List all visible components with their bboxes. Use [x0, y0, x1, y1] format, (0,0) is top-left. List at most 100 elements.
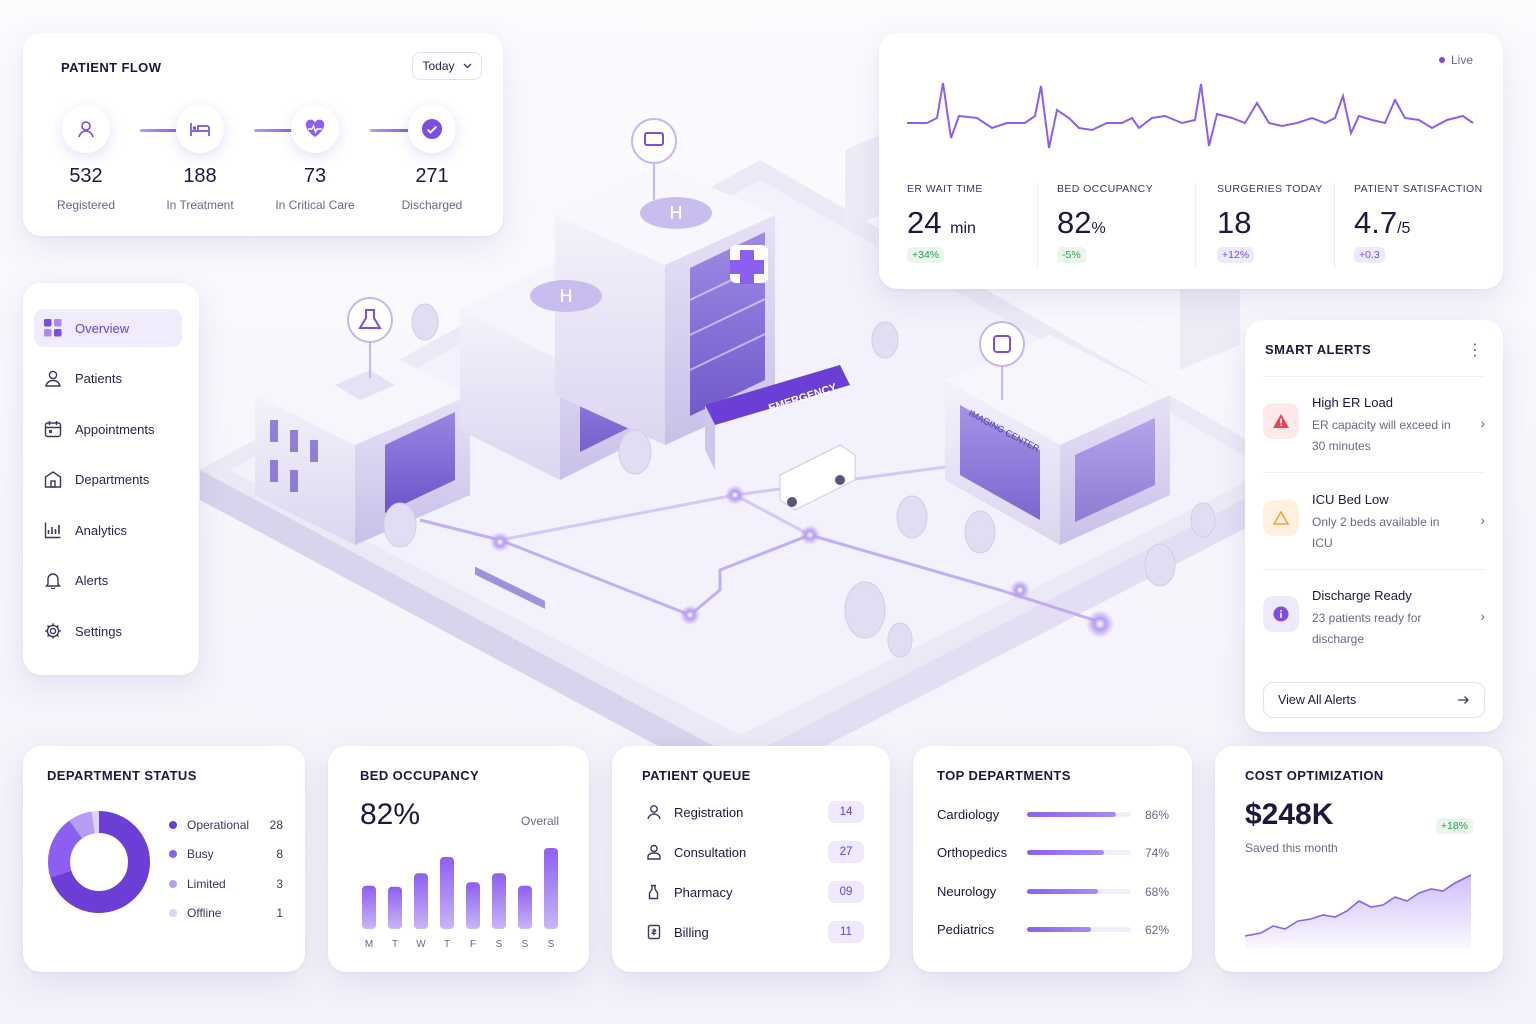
- more-options-icon[interactable]: ⋮: [1467, 340, 1483, 360]
- department-row-neurology[interactable]: Neurology 68%: [937, 884, 1169, 899]
- patient-flow-card: PATIENT FLOW Today 532 Registered 188 In…: [23, 33, 503, 236]
- metric-surgeries-today: SURGERIES TODAY 18 +12%: [1217, 183, 1323, 263]
- divider: [1037, 183, 1038, 269]
- bed-occupancy-title: BED OCCUPANCY: [360, 768, 480, 783]
- metric-label: SURGERIES TODAY: [1217, 183, 1323, 195]
- cost-savings-value: $248K: [1245, 798, 1334, 831]
- view-all-alerts-button[interactable]: View All Alerts: [1263, 682, 1485, 718]
- bed-occupancy-caption: Overall: [520, 814, 559, 828]
- metric-value: 82: [1057, 205, 1092, 240]
- sidebar-item-label: Appointments: [75, 421, 155, 437]
- flow-value: 73: [303, 165, 327, 187]
- period-dropdown-label: Today: [422, 59, 455, 73]
- heartbeat-waveform: [907, 82, 1474, 149]
- bar: [544, 848, 558, 929]
- legend-label: Offline: [187, 906, 222, 920]
- bar-category-label: M: [365, 939, 373, 950]
- alert-discharge-ready[interactable]: Discharge Ready 23 patients ready for di…: [1263, 588, 1485, 672]
- queue-row-pharmacy[interactable]: Pharmacy 09: [646, 881, 864, 903]
- department-label: Neurology: [937, 884, 997, 899]
- patient-queue-title: PATIENT QUEUE: [642, 768, 751, 783]
- alert-high-er-load[interactable]: High ER Load ER capacity will exceed in …: [1263, 395, 1485, 479]
- alert-icu-bed-low[interactable]: ICU Bed Low Only 2 beds available in ICU…: [1263, 492, 1485, 576]
- alert-description: Only 2 beds available in ICU: [1312, 515, 1440, 550]
- bar-category-label: S: [496, 939, 503, 950]
- bell-icon: [45, 573, 61, 589]
- queue-count: 09: [828, 881, 864, 903]
- legend-value: 28: [269, 818, 283, 832]
- pill-bottle-icon: [648, 884, 659, 900]
- alert-description: ER capacity will exceed in 30 minutes: [1312, 418, 1451, 453]
- live-label: Live: [1450, 53, 1473, 67]
- metric-unit: %: [1091, 220, 1106, 237]
- sidebar: Overview Patients Appointments Departmen…: [23, 283, 199, 675]
- sidebar-item-departments[interactable]: Departments: [34, 460, 182, 498]
- legend-value: 1: [276, 906, 283, 920]
- divider: [1263, 376, 1485, 377]
- sidebar-item-label: Departments: [75, 471, 150, 487]
- flow-label: In Critical Care: [275, 198, 355, 212]
- department-percent: 68%: [1144, 884, 1169, 899]
- divider: [1195, 183, 1196, 269]
- sidebar-item-label: Settings: [75, 623, 122, 639]
- gear-icon: [45, 623, 61, 639]
- department-row-orthopedics[interactable]: Orthopedics 74%: [937, 845, 1169, 860]
- chevron-down-icon: [463, 63, 471, 69]
- patient-queue-card: PATIENT QUEUE Registration 14 Consultati…: [612, 746, 890, 972]
- legend-value: 3: [276, 877, 283, 891]
- queue-row-billing[interactable]: Billing 11: [646, 921, 864, 943]
- sidebar-item-label: Overview: [75, 320, 130, 336]
- metric-delta: +34%: [907, 247, 945, 263]
- department-progress-bar: [1027, 812, 1131, 817]
- flow-step-discharged: 271 Discharged: [377, 105, 487, 212]
- metric-unit: /5: [1397, 220, 1411, 237]
- legend-item-offline: Offline 1: [169, 906, 283, 920]
- sidebar-item-patients[interactable]: Patients: [34, 359, 182, 397]
- flow-value: 271: [415, 165, 449, 187]
- chevron-right-icon: ›: [1480, 512, 1485, 528]
- metric-label: ER WAIT TIME: [907, 183, 983, 195]
- legend-value: 8: [276, 847, 283, 861]
- svg-text:H: H: [559, 286, 573, 307]
- legend-item-limited: Limited 3: [169, 877, 283, 891]
- department-progress-bar: [1027, 927, 1131, 932]
- metric-value: 4.7: [1354, 205, 1398, 240]
- sidebar-item-appointments[interactable]: Appointments: [34, 410, 182, 448]
- bar: [466, 882, 480, 929]
- department-label: Orthopedics: [937, 845, 1008, 860]
- queue-row-registration[interactable]: Registration 14: [646, 801, 864, 823]
- sidebar-item-analytics[interactable]: Analytics: [34, 511, 182, 549]
- divider: [1263, 472, 1485, 473]
- alert-title: High ER Load: [1312, 395, 1393, 410]
- flow-label: In Treatment: [166, 198, 234, 212]
- bar: [362, 885, 376, 929]
- sidebar-item-alerts[interactable]: Alerts: [34, 561, 182, 599]
- bar: [518, 885, 532, 929]
- flow-label: Discharged: [401, 198, 463, 212]
- alert-description: 23 patients ready for discharge: [1312, 611, 1422, 646]
- sidebar-item-overview[interactable]: Overview: [34, 309, 182, 347]
- alert-title: Discharge Ready: [1312, 588, 1412, 603]
- live-dot-icon: [1438, 57, 1445, 63]
- bar-category-label: T: [392, 939, 398, 950]
- legend-label: Operational: [187, 818, 250, 832]
- sidebar-item-label: Alerts: [75, 572, 109, 588]
- receipt-icon: [647, 924, 661, 940]
- metric-label: PATIENT SATISFACTION: [1354, 183, 1483, 195]
- queue-row-consultation[interactable]: Consultation 27: [646, 841, 864, 863]
- department-row-pediatrics[interactable]: Pediatrics 62%: [937, 922, 1169, 937]
- alert-triangle-icon: [1273, 511, 1289, 525]
- legend-label: Limited: [187, 877, 226, 891]
- metric-patient-satisfaction: PATIENT SATISFACTION 4.7/5 +0.3: [1354, 183, 1483, 263]
- warning-triangle-icon: [1273, 414, 1289, 428]
- period-dropdown[interactable]: Today: [412, 52, 482, 80]
- sidebar-item-settings[interactable]: Settings: [34, 612, 182, 650]
- bar: [492, 873, 506, 929]
- department-row-cardiology[interactable]: Cardiology 86%: [937, 807, 1169, 822]
- calendar-icon: [44, 421, 62, 438]
- metric-er-wait-time: ER WAIT TIME 24 min +34%: [907, 183, 983, 263]
- user-icon: [45, 370, 61, 387]
- bar: [388, 886, 402, 929]
- department-percent: 62%: [1144, 922, 1169, 937]
- legend-label: Busy: [187, 847, 214, 861]
